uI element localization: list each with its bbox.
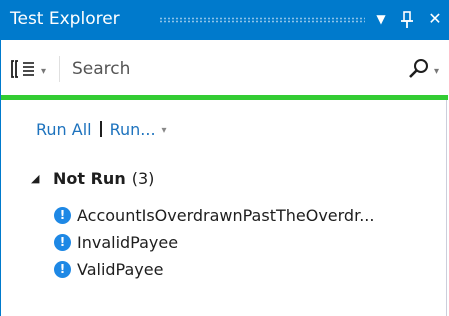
- window-menu-dropdown-icon[interactable]: ▼: [372, 8, 390, 30]
- run-all-link[interactable]: Run All: [36, 120, 92, 139]
- panel-title: Test Explorer: [10, 9, 120, 29]
- test-progress-bar: [1, 95, 448, 100]
- not-run-info-icon: !: [54, 261, 71, 278]
- expand-collapse-icon[interactable]: ◢: [31, 168, 45, 190]
- group-by-dropdown-icon[interactable]: ▾: [41, 66, 46, 77]
- test-name: ValidPayee: [77, 259, 164, 279]
- search-icon[interactable]: [408, 58, 430, 80]
- run-menu-dropdown-icon[interactable]: ▾: [162, 125, 167, 136]
- not-run-info-icon: !: [54, 207, 71, 224]
- test-explorer-panel: Test Explorer ▼ ✕ ▾ Search ▾ Run All Run…: [0, 0, 449, 316]
- toolbar-divider: [59, 56, 60, 82]
- test-item[interactable]: ! InvalidPayee: [54, 229, 374, 256]
- group-by-icon[interactable]: [11, 58, 37, 80]
- title-bar[interactable]: Test Explorer ▼ ✕: [1, 0, 449, 40]
- group-count: (3): [131, 169, 155, 188]
- run-bar: Run All Run... ▾: [36, 120, 167, 142]
- test-name: InvalidPayee: [77, 232, 179, 252]
- run-divider: [99, 121, 102, 137]
- pin-icon[interactable]: [398, 8, 416, 35]
- search-input[interactable]: [67, 56, 372, 82]
- search-toolbar: ▾ ▾: [1, 40, 449, 96]
- test-list: ! AccountIsOverdrawnPastTheOverdr... ! I…: [54, 202, 374, 283]
- close-icon[interactable]: ✕: [426, 8, 444, 30]
- group-name: Not Run: [53, 169, 126, 188]
- test-group-not-run[interactable]: ◢ Not Run (3): [31, 168, 154, 190]
- drag-grip[interactable]: [159, 17, 365, 23]
- run-menu-link[interactable]: Run...: [110, 120, 156, 139]
- search-options-dropdown-icon[interactable]: ▾: [434, 66, 439, 77]
- not-run-info-icon: !: [54, 234, 71, 251]
- test-name: AccountIsOverdrawnPastTheOverdr...: [77, 205, 375, 225]
- test-item[interactable]: ! ValidPayee: [54, 256, 374, 283]
- test-item[interactable]: ! AccountIsOverdrawnPastTheOverdr...: [54, 202, 374, 229]
